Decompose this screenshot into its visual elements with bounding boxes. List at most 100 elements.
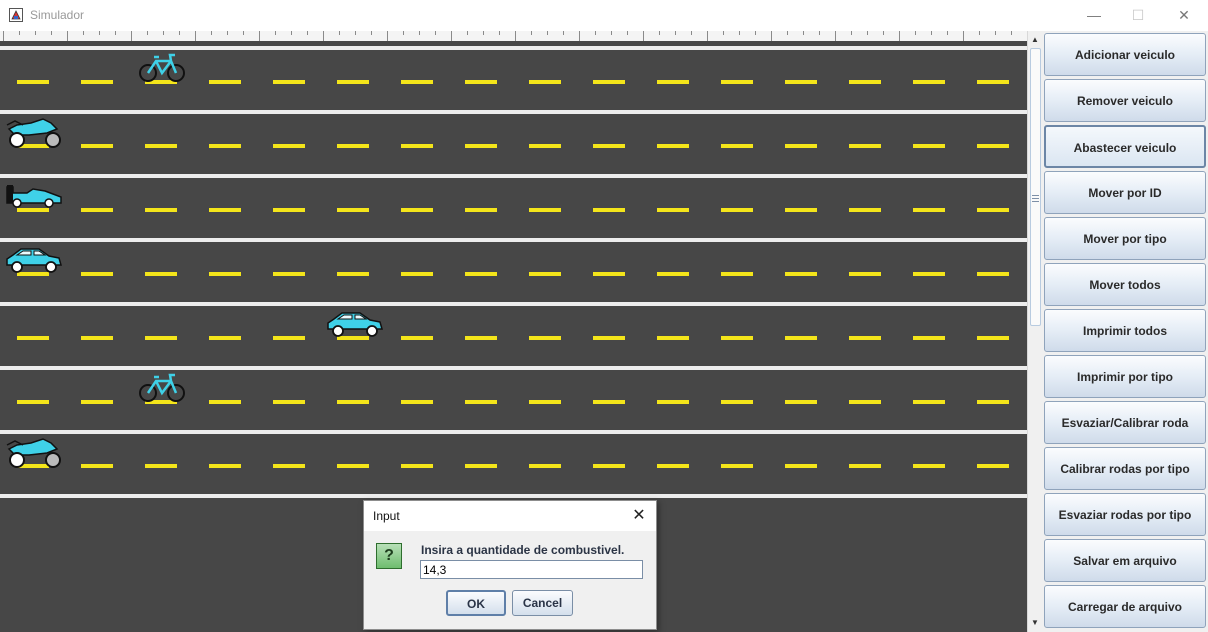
lane-dash <box>721 336 753 340</box>
cancel-button[interactable]: Cancel <box>512 590 573 616</box>
scroll-up-arrow-icon[interactable]: ▲ <box>1028 32 1042 47</box>
dialog-close-icon[interactable]: ✕ <box>628 505 650 527</box>
ruler-tick <box>83 31 84 35</box>
print-all-button[interactable]: Imprimir todos <box>1044 309 1206 352</box>
lane-dash <box>273 144 305 148</box>
deflate-wheels-by-type-button[interactable]: Esvaziar rodas por tipo <box>1044 493 1206 536</box>
car-icon <box>5 243 65 282</box>
ruler-tick <box>803 31 804 35</box>
lane-dash <box>721 400 753 404</box>
move-by-id-button[interactable]: Mover por ID <box>1044 171 1206 214</box>
dialog-message: Insira a quantidade de combustivel. <box>421 543 625 557</box>
ruler-tick <box>723 31 724 35</box>
ruler-tick <box>851 31 852 35</box>
lane-border <box>0 366 1027 370</box>
ruler-tick <box>387 31 388 41</box>
move-by-type-button[interactable]: Mover por tipo <box>1044 217 1206 260</box>
scrollbar-thumb[interactable] <box>1030 48 1041 326</box>
ok-button[interactable]: OK <box>446 590 506 616</box>
lane-dash <box>721 80 753 84</box>
fuel-amount-input[interactable] <box>420 560 643 579</box>
vertical-scrollbar[interactable]: ▲ ▼ <box>1027 31 1042 632</box>
lane-dash <box>785 208 817 212</box>
add-vehicle-button[interactable]: Adicionar veiculo <box>1044 33 1206 76</box>
lane-dash <box>849 400 881 404</box>
lane-border <box>0 174 1027 178</box>
ruler-tick <box>323 31 324 41</box>
refuel-vehicle-button[interactable]: Abastecer veiculo <box>1044 125 1206 168</box>
lane-dash <box>977 400 1009 404</box>
lane-dash <box>273 336 305 340</box>
lane-dash <box>657 464 689 468</box>
print-by-type-button[interactable]: Imprimir por tipo <box>1044 355 1206 398</box>
lane-dash <box>465 208 497 212</box>
ruler-tick <box>835 31 836 41</box>
lane-dash <box>977 144 1009 148</box>
lane-dash <box>721 208 753 212</box>
lane-dash <box>849 80 881 84</box>
close-button[interactable]: ✕ <box>1161 0 1207 31</box>
lane-dash <box>977 80 1009 84</box>
lane-dash <box>401 144 433 148</box>
deflate-calibrate-wheel-button[interactable]: Esvaziar/Calibrar roda <box>1044 401 1206 444</box>
lane-dash <box>465 400 497 404</box>
actions-panel: Adicionar veiculo Remover veiculo Abaste… <box>1042 31 1208 632</box>
lane-dash <box>657 144 689 148</box>
calibrate-wheels-by-type-button[interactable]: Calibrar rodas por tipo <box>1044 447 1206 490</box>
lane-dash <box>529 464 561 468</box>
save-to-file-button[interactable]: Salvar em arquivo <box>1044 539 1206 582</box>
lane-dash <box>401 272 433 276</box>
lane-dash <box>81 400 113 404</box>
lane-dash <box>657 336 689 340</box>
lane-dash <box>209 208 241 212</box>
lane-dash <box>849 208 881 212</box>
ruler-tick <box>883 31 884 35</box>
lane-dash <box>337 80 369 84</box>
ruler-tick <box>563 31 564 35</box>
lane-dash <box>785 336 817 340</box>
ruler-tick <box>963 31 964 41</box>
ruler-tick <box>291 31 292 35</box>
ruler-tick <box>35 31 36 35</box>
lane-border <box>0 46 1027 50</box>
load-from-file-button[interactable]: Carregar de arquivo <box>1044 585 1206 628</box>
ruler-tick <box>227 31 228 35</box>
ruler-tick <box>211 31 212 35</box>
ruler-tick <box>771 31 772 41</box>
ruler-tick <box>3 31 4 41</box>
ruler-tick <box>979 31 980 35</box>
ruler-tick <box>691 31 692 35</box>
ruler-tick <box>1011 31 1012 35</box>
ruler-tick <box>115 31 116 35</box>
lane-dash <box>913 464 945 468</box>
maximize-button[interactable]: ☐ <box>1115 0 1161 31</box>
lane-dash <box>529 400 561 404</box>
motorcycle-icon <box>5 115 65 154</box>
ruler-tick <box>739 31 740 35</box>
ruler-tick <box>451 31 452 41</box>
remove-vehicle-button[interactable]: Remover veiculo <box>1044 79 1206 122</box>
ruler-tick <box>611 31 612 35</box>
minimize-button[interactable]: — <box>1071 0 1117 31</box>
ruler <box>0 31 1027 41</box>
ruler-tick <box>531 31 532 35</box>
lane-border <box>0 302 1027 306</box>
lane-dash <box>273 208 305 212</box>
ruler-tick <box>659 31 660 35</box>
ruler-tick <box>547 31 548 35</box>
ruler-tick <box>131 31 132 41</box>
scroll-down-arrow-icon[interactable]: ▼ <box>1028 615 1042 630</box>
ruler-tick <box>19 31 20 35</box>
lane-dash <box>849 464 881 468</box>
lane-dash <box>849 272 881 276</box>
lane-dash <box>81 144 113 148</box>
ruler-tick <box>163 31 164 35</box>
move-all-button[interactable]: Mover todos <box>1044 263 1206 306</box>
ruler-tick <box>755 31 756 35</box>
lane-dash <box>465 464 497 468</box>
lane-dash <box>785 400 817 404</box>
lane-dash <box>913 272 945 276</box>
ruler-tick <box>867 31 868 35</box>
lane-dash <box>81 208 113 212</box>
lane-dash <box>209 464 241 468</box>
